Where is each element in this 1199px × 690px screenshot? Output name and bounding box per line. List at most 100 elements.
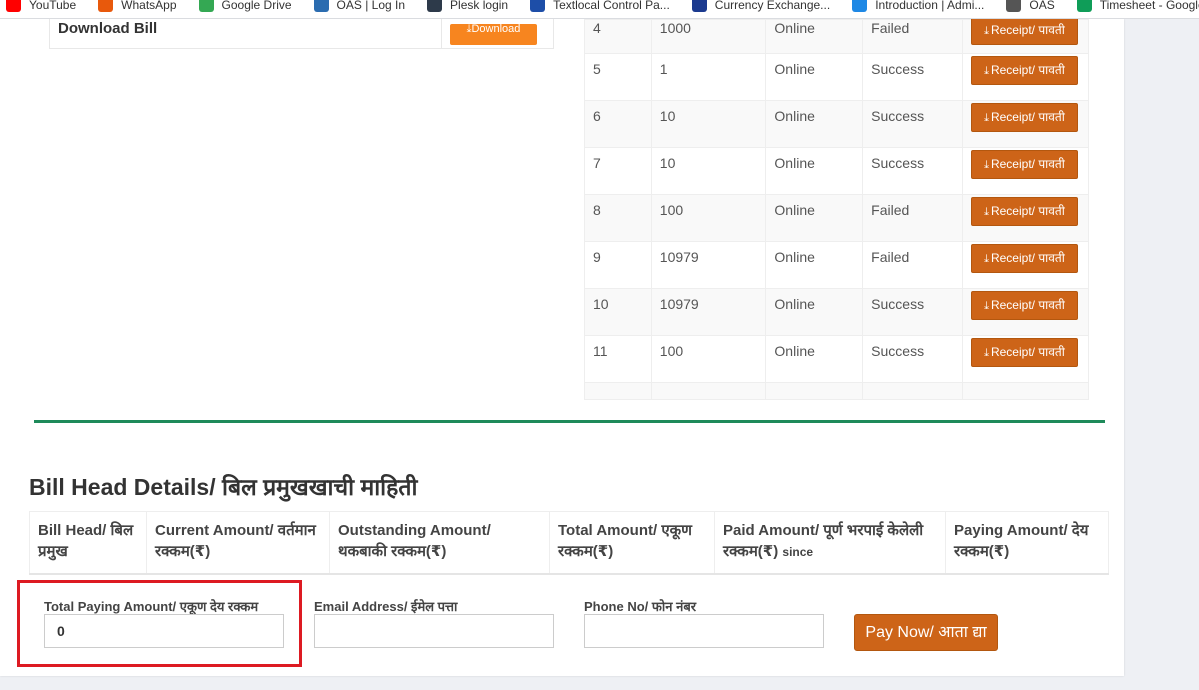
bookmark-item[interactable]: Textlocal Control Pa... — [530, 0, 670, 12]
bookmark-label: WhatsApp — [121, 0, 177, 12]
receipt-button[interactable]: ⤓ Receipt/ पावती — [970, 244, 1078, 273]
receipt-cell: ⤓ Receipt/ पावती — [961, 241, 1090, 289]
payment-amount-cell: 10 — [650, 100, 767, 148]
download-bill-row: Download Bill ⤓Download — [49, 19, 554, 49]
bookmark-item[interactable]: Plesk login — [427, 0, 508, 12]
empty-cell — [961, 382, 1090, 400]
bookmark-item[interactable]: Timesheet - Google... — [1076, 0, 1199, 12]
bookmark-item[interactable]: Introduction | Admi... — [852, 0, 984, 12]
payment-status-cell: Success — [862, 53, 963, 101]
payment-amount-cell: 100 — [650, 335, 767, 383]
receipt-cell: ⤓ Receipt/ पावती — [961, 16, 1090, 54]
download-icon: ⤓ — [984, 159, 989, 171]
receipt-label: Receipt/ पावती — [990, 157, 1065, 171]
total-paying-amount-input[interactable] — [44, 614, 284, 648]
email-input[interactable] — [314, 614, 554, 648]
payment-mode-cell: Online — [765, 335, 864, 383]
payment-amount-cell: 100 — [650, 194, 767, 242]
phone-input[interactable] — [584, 614, 824, 648]
oas-globe-icon — [1006, 0, 1022, 12]
payment-amount-cell: 10 — [650, 147, 767, 195]
receipt-label: Receipt/ पावती — [990, 110, 1065, 124]
section-divider — [34, 420, 1105, 423]
bookmark-label: Google Drive — [221, 0, 292, 12]
receipt-cell: ⤓ Receipt/ पावती — [961, 147, 1090, 195]
payment-no-cell: 7 — [584, 147, 652, 195]
bookmark-label: Timesheet - Google... — [1099, 0, 1199, 12]
payment-amount-cell: 10979 — [650, 241, 767, 289]
bookmarks-bar: YouTube WhatsApp Google Drive OAS | Log In P… — [0, 0, 1199, 19]
payment-status-cell: Success — [862, 335, 963, 383]
outstanding-amount-column: Outstanding Amount/ थकबाकी रक्कम(₹) — [329, 511, 550, 575]
receipt-label: Receipt/ पावती — [990, 298, 1065, 312]
empty-cell — [765, 382, 864, 400]
payment-row: 8 100 Online Failed ⤓ Receipt/ पावती — [584, 194, 1090, 242]
receipt-button[interactable]: ⤓ Receipt/ पावती — [970, 56, 1078, 85]
plesk-icon — [427, 0, 443, 12]
bookmark-item[interactable]: OAS | Log In — [313, 0, 405, 12]
sheets-icon — [1076, 0, 1092, 12]
bill-head-column: Bill Head/ बिल प्रमुख — [29, 511, 147, 575]
download-button[interactable]: ⤓Download — [450, 24, 537, 45]
payment-status-cell: Failed — [862, 19, 963, 54]
receipt-button[interactable]: ⤓ Receipt/ पावती — [970, 197, 1078, 226]
bookmark-item[interactable]: OAS — [1006, 0, 1055, 12]
receipt-button[interactable]: ⤓ Receipt/ पावती — [970, 291, 1078, 320]
empty-cell — [584, 382, 652, 400]
payment-mode-cell: Online — [765, 53, 864, 101]
payment-amount-cell: 1 — [650, 53, 767, 101]
bookmark-item[interactable]: YouTube — [6, 0, 76, 12]
payment-no-cell: 9 — [584, 241, 652, 289]
bookmark-item[interactable]: Currency Exchange... — [691, 0, 831, 12]
receipt-button[interactable]: ⤓ Receipt/ पावती — [970, 338, 1078, 367]
payment-status-cell: Success — [862, 147, 963, 195]
payment-mode-cell: Online — [765, 147, 864, 195]
receipt-cell: ⤓ Receipt/ पावती — [961, 335, 1090, 383]
pay-now-button[interactable]: Pay Now/ आता द्या — [854, 614, 998, 651]
payment-status-cell: Success — [862, 288, 963, 336]
payment-mode-cell: Online — [765, 100, 864, 148]
payment-status-cell: Failed — [862, 194, 963, 242]
bookmark-label: Introduction | Admi... — [875, 0, 985, 12]
bookmark-item[interactable]: WhatsApp — [98, 0, 177, 12]
bookmark-label: OAS — [1029, 0, 1055, 12]
payment-mode-cell: Online — [765, 19, 864, 54]
receipt-button[interactable]: ⤓ Receipt/ पावती — [970, 16, 1078, 45]
download-icon: ⤓ — [984, 112, 989, 124]
payment-row: 9 10979 Online Failed ⤓ Receipt/ पावती — [584, 241, 1090, 289]
payment-row: 10 10979 Online Success ⤓ Receipt/ पावती — [584, 288, 1090, 336]
paid-amount-column: Paid Amount/ पूर्ण भरपाई केलेली रक्कम(₹)… — [714, 511, 946, 575]
payments-table: 4 1000 Online Failed ⤓ Receipt/ पावती 5 1 Online… — [584, 16, 1090, 400]
total-amount-column: Total Amount/ एकूण रक्कम(₹) — [549, 511, 715, 575]
payment-mode-cell: Online — [765, 288, 864, 336]
receipt-cell: ⤓ Receipt/ पावती — [961, 288, 1090, 336]
receipt-label: Receipt/ पावती — [990, 204, 1065, 218]
receipt-cell: ⤓ Receipt/ पावती — [961, 53, 1090, 101]
receipt-button[interactable]: ⤓ Receipt/ पावती — [970, 150, 1078, 179]
bookmark-label: Textlocal Control Pa... — [553, 0, 670, 12]
bookmark-label: YouTube — [29, 0, 77, 12]
current-amount-column: Current Amount/ वर्तमान रक्कम(₹) — [146, 511, 330, 575]
payment-no-cell: 8 — [584, 194, 652, 242]
youtube-icon — [6, 0, 21, 12]
download-icon: ⤓ — [984, 25, 989, 37]
payment-row: 7 10 Online Success ⤓ Receipt/ पावती — [584, 147, 1090, 195]
receipt-button[interactable]: ⤓ Receipt/ पावती — [970, 103, 1078, 132]
receipt-label: Receipt/ पावती — [990, 23, 1065, 37]
payment-no-cell: 6 — [584, 100, 652, 148]
receipt-label: Receipt/ पावती — [990, 345, 1065, 359]
payment-row: 4 1000 Online Failed ⤓ Receipt/ पावती — [584, 16, 1090, 54]
payment-row-empty — [584, 382, 1090, 400]
receipt-cell: ⤓ Receipt/ पावती — [961, 100, 1090, 148]
download-icon: ⤓ — [984, 253, 989, 265]
download-icon: ⤓ — [984, 347, 989, 359]
bookmark-label: Currency Exchange... — [714, 0, 831, 12]
bookmark-item[interactable]: Google Drive — [198, 0, 292, 12]
email-label: Email Address/ ईमेल पत्ता — [314, 599, 458, 614]
payment-no-cell: 11 — [584, 335, 652, 383]
receipt-label: Receipt/ पावती — [990, 251, 1065, 265]
empty-cell — [650, 382, 767, 400]
download-icon: ⤓ — [984, 65, 989, 77]
payment-mode-cell: Online — [765, 194, 864, 242]
payment-row: 6 10 Online Success ⤓ Receipt/ पावती — [584, 100, 1090, 148]
